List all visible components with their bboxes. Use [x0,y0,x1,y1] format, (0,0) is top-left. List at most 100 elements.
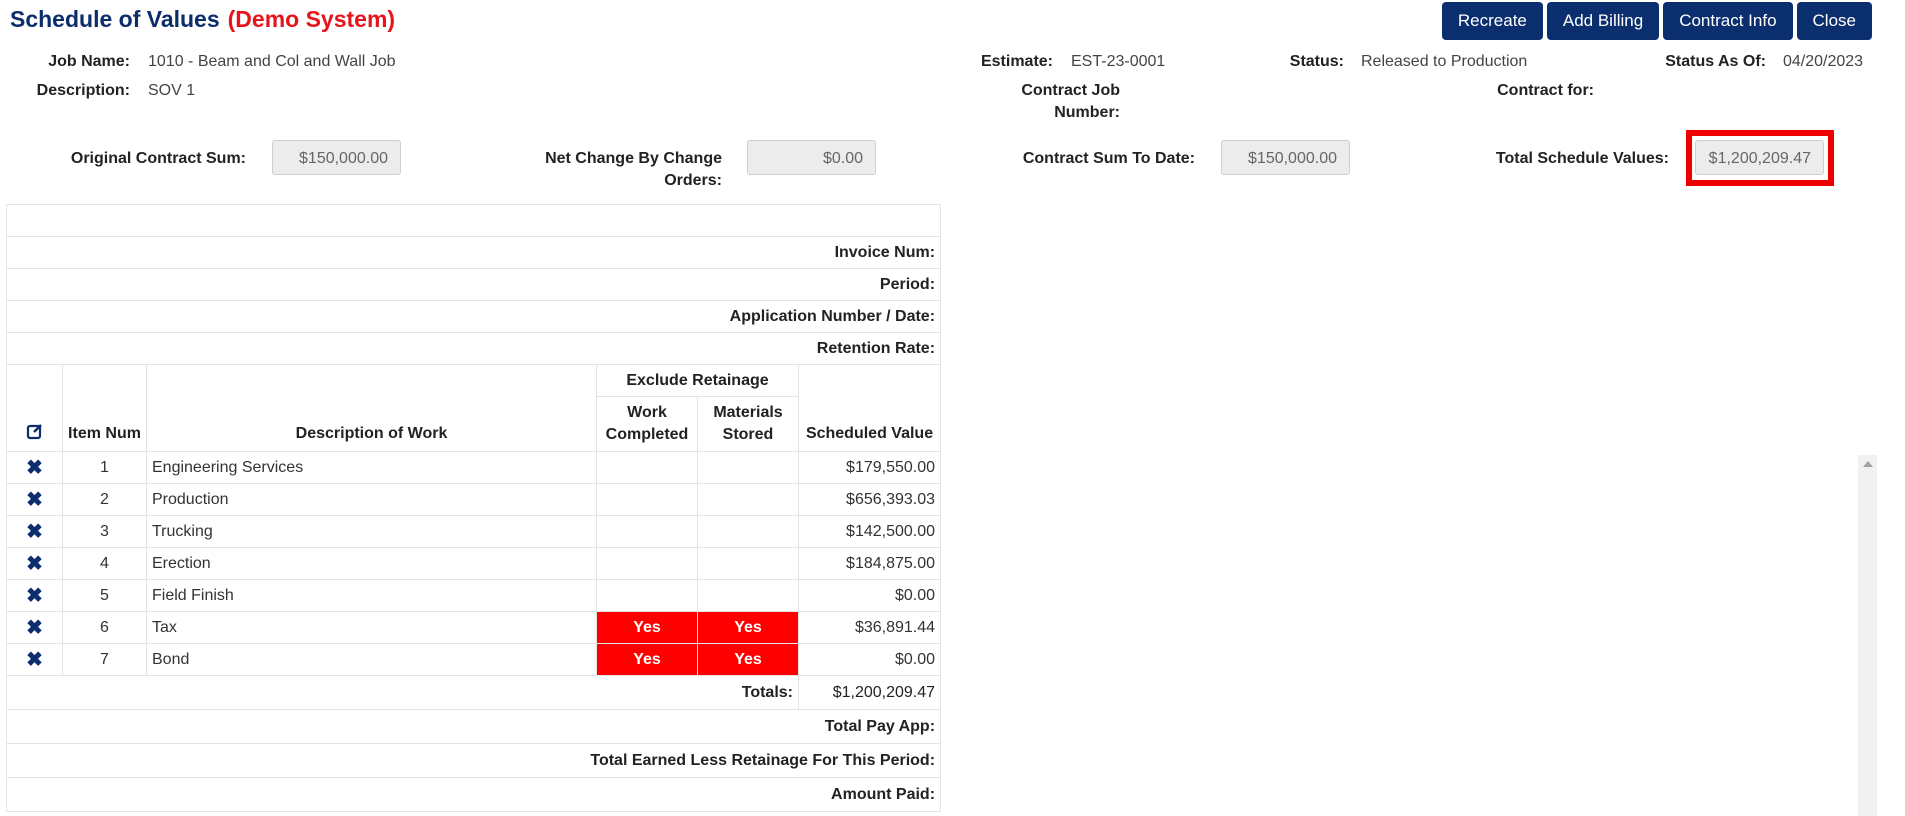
total-earned-row: Total Earned Less Retainage For This Per… [5,743,942,778]
delete-icon[interactable]: ✖ [6,515,63,548]
total-earned-label: Total Earned Less Retainage For This Per… [5,743,942,778]
scheduled-value-header: Scheduled Value [797,364,942,452]
recreate-button[interactable]: Recreate [1441,2,1543,40]
materials-stored-cell[interactable]: Yes [697,611,799,644]
contract-job-number-label-1: Contract Job [1021,82,1120,99]
scheduled-value: $36,891.44 [797,611,942,644]
page-title: Schedule of Values (Demo System) [10,6,395,33]
materials-stored-cell[interactable] [697,483,799,516]
estimate-label: Estimate: [980,53,1053,70]
table-row: ✖ 4 Erection $184,875.00 [6,547,942,580]
materials-stored-cell[interactable] [697,579,799,612]
add-billing-button[interactable]: Add Billing [1546,2,1660,40]
item-description: Tax [146,611,597,644]
total-pay-app-label: Total Pay App: [5,709,942,744]
description-header: Description of Work [146,364,597,452]
contract-to-date-label: Contract Sum To Date: [1022,150,1195,167]
original-contract-label: Original Contract Sum: [70,150,246,167]
amount-paid-row: Amount Paid: [5,777,942,812]
blank-row [5,204,942,237]
delete-icon[interactable]: ✖ [6,451,63,484]
contract-for-label: Contract for: [1497,82,1594,99]
delete-icon[interactable]: ✖ [6,483,63,516]
totals-row: Totals: $1,200,209.47 [6,675,942,710]
table-row: ✖ 6 Tax Yes Yes $36,891.44 [6,611,942,644]
delete-icon[interactable]: ✖ [6,643,63,676]
delete-icon[interactable]: ✖ [6,611,63,644]
vertical-scrollbar[interactable] [1858,455,1877,816]
total-pay-app-row: Total Pay App: [5,709,942,744]
edit-icon[interactable] [26,424,44,444]
work-completed-cell[interactable] [596,515,698,548]
net-change-field: $0.00 [747,140,876,175]
job-name-label: Job Name: [48,53,130,70]
work-completed-cell[interactable] [596,451,698,484]
item-description: Engineering Services [146,451,597,484]
scheduled-value: $656,393.03 [797,483,942,516]
scheduled-value: $179,550.00 [797,451,942,484]
work-completed-cell[interactable] [596,547,698,580]
item-description: Erection [146,547,597,580]
original-contract-field: $150,000.00 [272,140,401,175]
totals-value: $1,200,209.47 [797,675,942,710]
table-row: ✖ 3 Trucking $142,500.00 [6,515,942,548]
work-completed-cell[interactable]: Yes [596,611,698,644]
contract-info-button[interactable]: Contract Info [1663,2,1793,40]
estimate-value: EST-23-0001 [1071,53,1166,70]
net-change-label-1: Net Change By Change [545,150,722,167]
item-description: Field Finish [146,579,597,612]
top-toolbar: Recreate Add Billing Contract Info Close [1441,2,1872,40]
column-header-row: Item Num Description of Work Exclude Ret… [6,364,942,452]
title-text: Schedule of Values [10,6,220,32]
scheduled-value: $142,500.00 [797,515,942,548]
work-completed-cell[interactable] [596,483,698,516]
item-description: Bond [146,643,597,676]
work-completed-cell[interactable] [596,579,698,612]
job-name-value: 1010 - Beam and Col and Wall Job [148,53,396,70]
meta-row: Invoice Num: [5,236,942,269]
item-description: Trucking [146,515,597,548]
item-num: 6 [62,611,147,644]
item-num-header: Item Num [62,364,147,452]
status-value: Released to Production [1361,53,1528,70]
totals-label: Totals: [6,675,799,710]
invoice-num-label: Invoice Num: [5,236,942,269]
description-label: Description: [36,82,130,99]
status-label: Status: [1289,53,1344,70]
demo-label: (Demo System) [227,6,396,32]
materials-stored-cell[interactable]: Yes [697,643,799,676]
table-row: ✖ 5 Field Finish $0.00 [6,579,942,612]
table-row: ✖ 7 Bond Yes Yes $0.00 [6,643,942,676]
scheduled-value: $0.00 [797,579,942,612]
period-label: Period: [5,268,942,301]
total-schedule-label: Total Schedule Values: [1495,150,1669,167]
meta-row: Period: [5,268,942,301]
delete-icon[interactable]: ✖ [6,579,63,612]
total-schedule-field: $1,200,209.47 [1695,140,1824,175]
materials-stored-cell[interactable] [697,547,799,580]
application-label: Application Number / Date: [5,300,942,333]
edit-header-cell [6,364,63,452]
meta-row: Retention Rate: [5,332,942,365]
retention-label: Retention Rate: [5,332,942,365]
close-button[interactable]: Close [1796,2,1872,40]
table-row: ✖ 2 Production $656,393.03 [6,483,942,516]
work-completed-cell[interactable]: Yes [596,643,698,676]
item-num: 1 [62,451,147,484]
item-num: 4 [62,547,147,580]
item-num: 5 [62,579,147,612]
exclude-retainage-header: Exclude Retainage [596,364,799,397]
scroll-up-icon[interactable] [1863,461,1873,467]
meta-row: Application Number / Date: [5,300,942,333]
delete-icon[interactable]: ✖ [6,547,63,580]
status-as-of-value: 04/20/2023 [1783,53,1864,70]
scheduled-value: $184,875.00 [797,547,942,580]
contract-to-date-field: $150,000.00 [1221,140,1350,175]
table-row: ✖ 1 Engineering Services $179,550.00 [6,451,942,484]
amount-paid-label: Amount Paid: [5,777,942,812]
materials-stored-cell[interactable] [697,515,799,548]
item-description: Production [146,483,597,516]
materials-stored-header: Materials Stored [697,396,799,452]
materials-stored-cell[interactable] [697,451,799,484]
item-num: 3 [62,515,147,548]
